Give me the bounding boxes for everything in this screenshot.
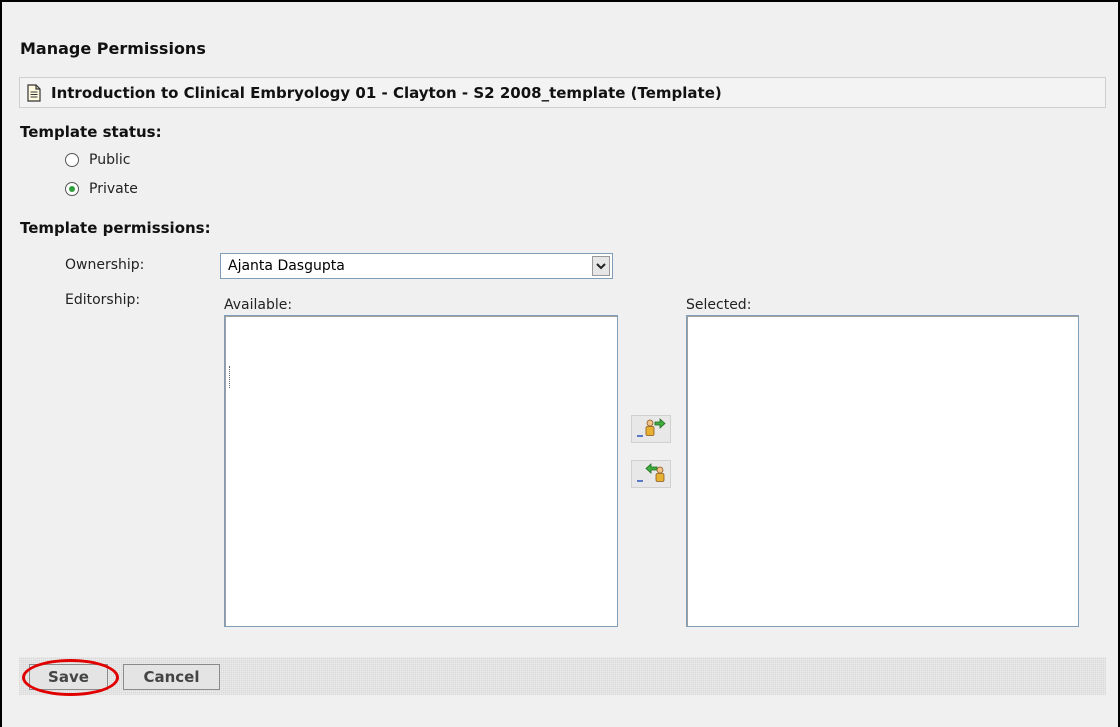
document-icon xyxy=(26,83,42,102)
ownership-value: Ajanta Dasgupta xyxy=(228,258,345,274)
add-user-icon xyxy=(635,416,667,442)
status-option-public[interactable]: Public xyxy=(65,152,130,168)
template-permissions-heading: Template permissions: xyxy=(20,219,211,237)
selected-listbox[interactable] xyxy=(686,315,1079,627)
ownership-select[interactable]: Ajanta Dasgupta xyxy=(220,253,613,279)
private-radio-label: Private xyxy=(89,181,138,197)
private-radio[interactable] xyxy=(65,182,79,196)
remove-editor-button[interactable] xyxy=(631,460,671,488)
template-status-heading: Template status: xyxy=(20,123,162,141)
page-title: Manage Permissions xyxy=(20,39,206,58)
remove-user-icon xyxy=(635,461,667,487)
public-radio-label: Public xyxy=(89,152,131,168)
template-title: Introduction to Clinical Embryology 01 -… xyxy=(51,83,722,102)
selected-label: Selected: xyxy=(686,297,752,313)
available-label: Available: xyxy=(224,297,293,313)
cancel-button[interactable]: Cancel xyxy=(123,664,220,690)
available-listbox[interactable] xyxy=(224,315,618,627)
status-option-private[interactable]: Private xyxy=(65,181,138,197)
add-editor-button[interactable] xyxy=(631,415,671,443)
list-focus-marker xyxy=(229,366,231,388)
save-highlight-annotation xyxy=(22,659,119,696)
manage-permissions-panel: Manage Permissions Introduction to Clini… xyxy=(0,0,1120,727)
chevron-down-icon[interactable] xyxy=(592,256,610,276)
ownership-label: Ownership: xyxy=(65,257,145,273)
public-radio[interactable] xyxy=(65,153,79,167)
template-header-bar: Introduction to Clinical Embryology 01 -… xyxy=(19,77,1106,108)
editorship-label: Editorship: xyxy=(65,292,141,308)
